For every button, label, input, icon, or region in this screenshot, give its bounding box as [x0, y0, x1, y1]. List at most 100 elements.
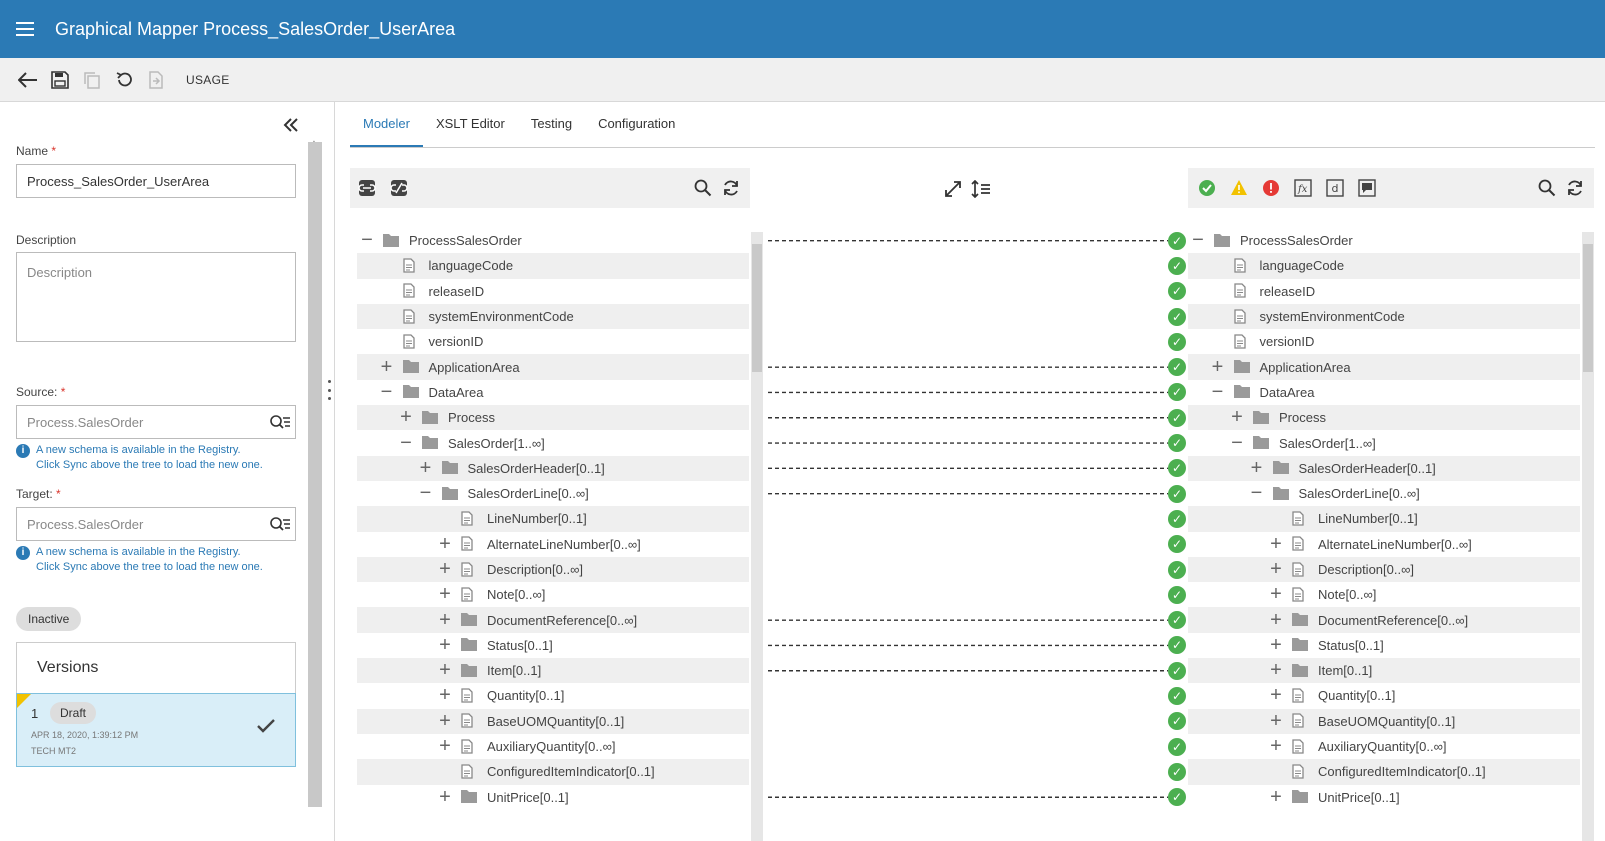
- expand-node-icon[interactable]: +: [435, 609, 455, 632]
- tree-node[interactable]: + Process: [357, 405, 749, 431]
- mapping-valid-icon[interactable]: ✓: [1168, 282, 1186, 301]
- expand-node-icon[interactable]: +: [435, 583, 455, 606]
- tree-node[interactable]: ConfiguredItemIndicator[0..1]: [1188, 759, 1580, 785]
- tree-node[interactable]: languageCode: [357, 253, 749, 279]
- mapping-valid-icon[interactable]: ✓: [1168, 332, 1186, 351]
- undo-icon[interactable]: [108, 64, 140, 96]
- collapse-node-icon[interactable]: −: [1247, 482, 1267, 505]
- tree-node[interactable]: + UnitPrice[0..1]: [357, 785, 749, 810]
- tree-node[interactable]: − SalesOrder[1..∞]: [357, 430, 749, 455]
- source-tree-scrollbar[interactable]: [751, 232, 763, 841]
- mapping-valid-icon[interactable]: ✓: [1168, 611, 1186, 630]
- collapse-node-icon[interactable]: −: [1188, 229, 1208, 252]
- default-icon[interactable]: d: [1324, 177, 1346, 199]
- schema-browse-icon[interactable]: [269, 514, 291, 536]
- collapse-node-icon[interactable]: −: [357, 229, 377, 252]
- tree-node[interactable]: + Description[0..∞]: [1188, 556, 1580, 583]
- mapping-valid-icon[interactable]: ✓: [1168, 687, 1186, 706]
- tree-node[interactable]: + AuxiliaryQuantity[0..∞]: [1188, 734, 1580, 759]
- expand-node-icon[interactable]: +: [435, 684, 455, 707]
- sync-icon[interactable]: [1564, 177, 1586, 199]
- expand-node-icon[interactable]: +: [435, 786, 455, 809]
- search-icon[interactable]: [1536, 177, 1558, 199]
- mapping-valid-icon[interactable]: ✓: [1168, 712, 1186, 731]
- collapse-node-icon[interactable]: −: [377, 381, 397, 404]
- target-tree-scroll-thumb[interactable]: [1583, 244, 1593, 372]
- expand-node-icon[interactable]: +: [1266, 786, 1286, 809]
- expand-node-icon[interactable]: +: [435, 735, 455, 758]
- expand-node-icon[interactable]: +: [377, 356, 397, 379]
- tree-node[interactable]: + AlternateLineNumber[0..∞]: [1188, 532, 1580, 557]
- tree-node[interactable]: + ApplicationArea: [1188, 354, 1580, 380]
- warning-icon[interactable]: [1228, 177, 1250, 199]
- expand-node-icon[interactable]: +: [1266, 583, 1286, 606]
- expand-node-icon[interactable]: +: [435, 659, 455, 682]
- expand-node-icon[interactable]: +: [1266, 735, 1286, 758]
- expand-node-icon[interactable]: +: [416, 457, 436, 480]
- tree-node[interactable]: + SalesOrderHeader[0..1]: [1188, 455, 1580, 481]
- tree-node[interactable]: − DataArea: [1188, 380, 1580, 405]
- target-field[interactable]: Process.SalesOrder: [16, 507, 296, 541]
- hamburger-menu-icon[interactable]: [0, 0, 50, 58]
- tree-node[interactable]: + SalesOrderHeader[0..1]: [357, 455, 749, 481]
- expand-node-icon[interactable]: +: [1266, 558, 1286, 581]
- tree-node[interactable]: + Note[0..∞]: [357, 582, 749, 607]
- usage-button[interactable]: USAGE: [186, 73, 230, 87]
- tab-testing[interactable]: Testing: [518, 116, 585, 147]
- search-icon[interactable]: [692, 177, 714, 199]
- tree-node[interactable]: + AlternateLineNumber[0..∞]: [357, 532, 749, 557]
- source-field[interactable]: Process.SalesOrder: [16, 405, 296, 439]
- tree-node[interactable]: + DocumentReference[0..∞]: [1188, 607, 1580, 633]
- tree-node[interactable]: LineNumber[0..1]: [357, 506, 749, 532]
- collapse-node-icon[interactable]: −: [396, 432, 416, 455]
- schema-browse-icon[interactable]: [269, 412, 291, 434]
- comment-icon[interactable]: [1356, 177, 1378, 199]
- tree-node[interactable]: − ProcessSalesOrder: [357, 228, 749, 253]
- tree-node[interactable]: − ProcessSalesOrder: [1188, 228, 1580, 253]
- import-icon[interactable]: [140, 64, 172, 96]
- tree-node[interactable]: + BaseUOMQuantity[0..1]: [1188, 708, 1580, 734]
- valid-icon[interactable]: [1196, 177, 1218, 199]
- unlink-icon[interactable]: [388, 177, 410, 199]
- expand-node-icon[interactable]: +: [1266, 634, 1286, 657]
- panel-scrollbar[interactable]: [308, 142, 322, 807]
- collapse-node-icon[interactable]: −: [1208, 381, 1228, 404]
- tree-node[interactable]: + Note[0..∞]: [1188, 582, 1580, 607]
- tree-node[interactable]: systemEnvironmentCode: [357, 303, 749, 330]
- notice-line-2[interactable]: Click Sync above the tree to load the ne…: [36, 560, 263, 575]
- mapping-valid-icon[interactable]: ✓: [1168, 358, 1186, 377]
- mapping-valid-icon[interactable]: ✓: [1168, 256, 1186, 275]
- tab-modeler[interactable]: Modeler: [350, 116, 423, 147]
- tree-node[interactable]: + Status[0..1]: [1188, 633, 1580, 658]
- mapping-valid-icon[interactable]: ✓: [1168, 585, 1186, 604]
- tree-node[interactable]: releaseID: [357, 279, 749, 304]
- mapping-valid-icon[interactable]: ✓: [1168, 484, 1186, 503]
- mapping-valid-icon[interactable]: ✓: [1168, 459, 1186, 478]
- tree-node[interactable]: languageCode: [1188, 253, 1580, 279]
- back-arrow-icon[interactable]: [12, 64, 44, 96]
- expand-node-icon[interactable]: +: [435, 558, 455, 581]
- version-card[interactable]: 1 Draft APR 18, 2020, 1:39:12 PM TECH MT…: [16, 693, 296, 767]
- copy-icon[interactable]: [76, 64, 108, 96]
- tree-node[interactable]: versionID: [357, 329, 749, 354]
- tree-node[interactable]: + Item[0..1]: [357, 658, 749, 684]
- mapping-valid-icon[interactable]: ✓: [1168, 788, 1186, 807]
- tree-node[interactable]: − SalesOrderLine[0..∞]: [357, 481, 749, 506]
- expand-node-icon[interactable]: +: [1266, 659, 1286, 682]
- mapping-valid-icon[interactable]: ✓: [1168, 383, 1186, 402]
- expand-node-icon[interactable]: +: [1266, 710, 1286, 733]
- tree-node[interactable]: − SalesOrderLine[0..∞]: [1188, 481, 1580, 506]
- expand-node-icon[interactable]: +: [435, 533, 455, 556]
- mapping-valid-icon[interactable]: ✓: [1168, 535, 1186, 554]
- function-icon[interactable]: fx: [1292, 177, 1314, 199]
- error-icon[interactable]: [1260, 177, 1282, 199]
- tree-node[interactable]: + Quantity[0..1]: [357, 683, 749, 708]
- collapse-node-icon[interactable]: −: [1227, 432, 1247, 455]
- source-tree-scroll-thumb[interactable]: [752, 244, 762, 372]
- tree-node[interactable]: + Status[0..1]: [357, 633, 749, 658]
- tab-configuration[interactable]: Configuration: [585, 116, 688, 147]
- mapping-valid-icon[interactable]: ✓: [1168, 737, 1186, 756]
- tree-node[interactable]: systemEnvironmentCode: [1188, 303, 1580, 330]
- mapping-valid-icon[interactable]: ✓: [1168, 661, 1186, 680]
- tree-node[interactable]: − DataArea: [357, 380, 749, 405]
